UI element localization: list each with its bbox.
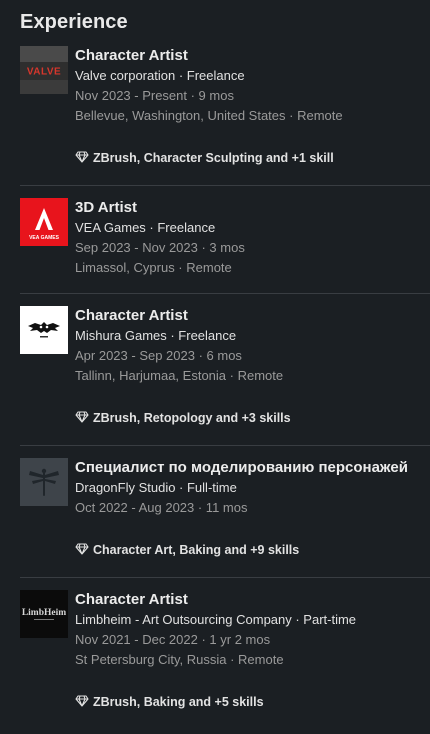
date-range: Nov 2021 - Dec 2022 · 1 yr 2 mos	[75, 632, 271, 647]
skills-text: Character Art, Baking and +9 skills	[93, 543, 300, 557]
skills-text: ZBrush, Baking and +5 skills	[93, 695, 264, 709]
date-range: Apr 2023 - Sep 2023 · 6 mos	[75, 348, 242, 363]
limbheim-logo[interactable]: LimbHeim	[20, 590, 68, 638]
mishura-games-logo[interactable]	[20, 306, 68, 354]
valve-logo-text: VALVE	[27, 67, 61, 78]
diamond-icon	[75, 693, 89, 707]
job-location: St Petersburg City, Russia · Remote	[75, 652, 284, 667]
diamond-icon	[75, 541, 89, 555]
experience-info: Специалист по моделированию персонажей D…	[75, 458, 425, 518]
valve-logo[interactable]: VALVE	[20, 46, 68, 94]
vea-games-logo[interactable]: VEA GAMES	[20, 198, 68, 246]
experience-item-vea-games: VEA GAMES 3D Artist VEA Games · Freelanc…	[20, 198, 430, 288]
company-name: Limbheim - Art Outsourcing Company · Par…	[75, 612, 357, 627]
divider	[20, 445, 430, 446]
job-location: Bellevue, Washington, United States · Re…	[75, 108, 343, 123]
job-title[interactable]: 3D Artist	[75, 198, 425, 218]
experience-item-valve: VALVE Character Artist Valve corporation…	[20, 46, 430, 176]
experience-info: Character Artist Mishura Games · Freelan…	[75, 306, 425, 386]
skills-link[interactable]: ZBrush, Baking and +5 skills	[75, 692, 264, 712]
job-title[interactable]: Специалист по моделированию персонажей	[75, 458, 425, 478]
diamond-icon	[75, 149, 89, 163]
experience-item-dragonfly-studio: Специалист по моделированию персонажей D…	[20, 458, 430, 568]
vea-logo-text: VEA GAMES	[29, 235, 59, 241]
experience-item-mishura-games: Character Artist Mishura Games · Freelan…	[20, 306, 430, 436]
skills-link[interactable]: ZBrush, Retopology and +3 skills	[75, 408, 291, 428]
experience-item-limbheim: LimbHeim Character Artist Limbheim - Art…	[20, 590, 430, 720]
job-title[interactable]: Character Artist	[75, 590, 425, 610]
skills-text: ZBrush, Character Sculpting and +1 skill	[93, 151, 334, 165]
limbheim-logo-text: LimbHeim	[22, 608, 66, 618]
date-range: Oct 2022 - Aug 2023 · 11 mos	[75, 500, 248, 515]
date-range: Nov 2023 - Present · 9 mos	[75, 88, 234, 103]
section-title: Experience	[20, 11, 128, 33]
skills-link[interactable]: Character Art, Baking and +9 skills	[75, 540, 299, 560]
company-name: VEA Games · Freelance	[75, 220, 216, 235]
divider	[20, 185, 430, 186]
dragonfly-studio-logo[interactable]	[20, 458, 68, 506]
divider	[20, 577, 430, 578]
divider	[20, 293, 430, 294]
company-name: Mishura Games · Freelance	[75, 328, 237, 343]
skills-text: ZBrush, Retopology and +3 skills	[93, 411, 291, 425]
date-range: Sep 2023 - Nov 2023 · 3 mos	[75, 240, 245, 255]
experience-info: Character Artist Limbheim - Art Outsourc…	[75, 590, 425, 670]
company-name: Valve corporation · Freelance	[75, 68, 245, 83]
job-location: Tallinn, Harjumaa, Estonia · Remote	[75, 368, 284, 383]
job-title[interactable]: Character Artist	[75, 306, 425, 326]
skills-link[interactable]: ZBrush, Character Sculpting and +1 skill	[75, 148, 334, 168]
experience-info: Character Artist Valve corporation · Fre…	[75, 46, 425, 126]
experience-info: 3D Artist VEA Games · Freelance Sep 2023…	[75, 198, 425, 278]
job-location: Limassol, Cyprus · Remote	[75, 260, 232, 275]
company-name: DragonFly Studio · Full-time	[75, 480, 237, 495]
job-title[interactable]: Character Artist	[75, 46, 425, 66]
diamond-icon	[75, 409, 89, 423]
